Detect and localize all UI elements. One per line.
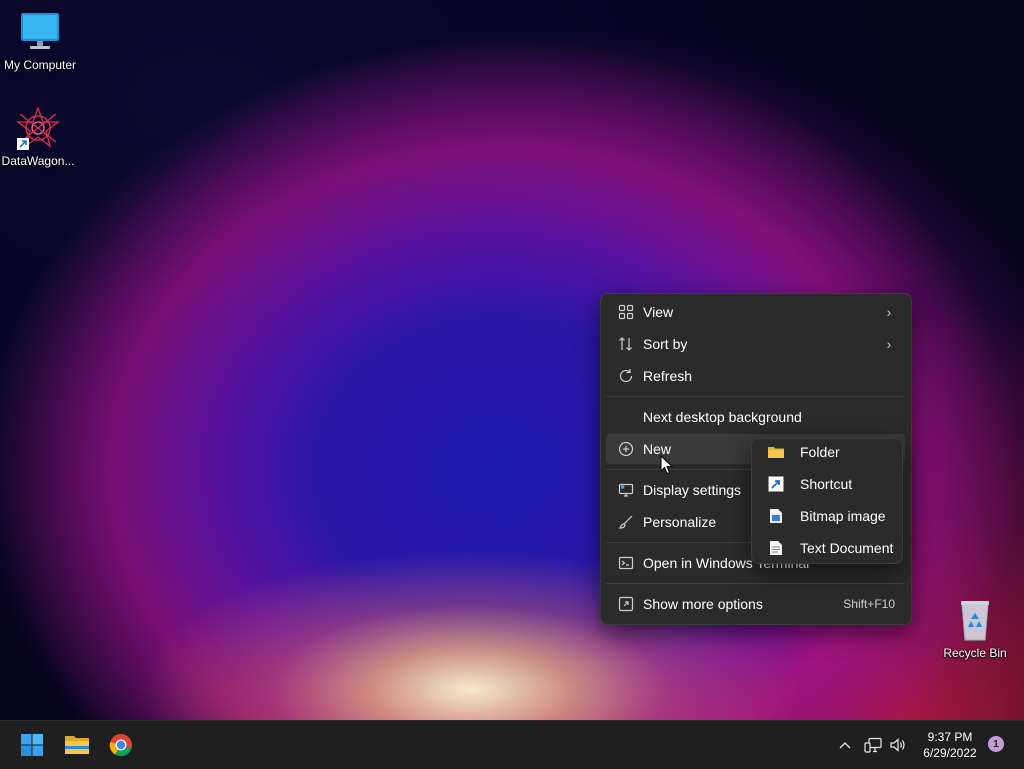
menu-item-refresh[interactable]: Refresh xyxy=(606,361,905,391)
clock-date: 6/29/2022 xyxy=(923,746,977,760)
monitor-icon xyxy=(18,10,62,54)
submenu-item-label: Shortcut xyxy=(800,476,853,492)
menu-item-label: Refresh xyxy=(643,368,693,384)
datawagon-icon xyxy=(16,106,60,150)
desktop-icon-label: DataWagon... xyxy=(1,154,75,168)
chevron-right-icon: › xyxy=(886,304,892,320)
text-document-icon xyxy=(766,538,786,558)
menu-item-label: Sort by xyxy=(643,336,688,352)
menu-item-label: Show more options xyxy=(643,596,763,612)
desktop-icon-label: Recycle Bin xyxy=(943,646,1007,660)
submenu-item-label: Text Document xyxy=(800,540,894,556)
chevron-up-icon xyxy=(839,742,851,749)
clock-time: 9:37 PM xyxy=(927,730,973,744)
grid-icon xyxy=(615,302,637,322)
desktop-icon-datawagon[interactable]: DataWagon... xyxy=(0,106,78,168)
notification-badge[interactable]: 1 xyxy=(988,736,1004,752)
submenu-item-label: Bitmap image xyxy=(800,508,886,524)
expand-icon xyxy=(615,594,637,614)
sort-icon xyxy=(615,334,637,354)
chevron-right-icon: › xyxy=(886,336,892,352)
submenu-item-shortcut[interactable]: Shortcut xyxy=(756,469,898,499)
file-explorer-button[interactable] xyxy=(61,729,93,761)
menu-item-next-desktop-background[interactable]: Next desktop background xyxy=(606,402,905,432)
submenu-item-text-document[interactable]: Text Document xyxy=(756,533,898,563)
recycle-bin-icon xyxy=(953,598,997,642)
desktop-icon-label: My Computer xyxy=(3,58,77,72)
menu-item-label: Next desktop background xyxy=(643,409,802,425)
shortcut-icon xyxy=(766,474,786,494)
menu-item-label: View xyxy=(643,304,674,320)
windows-logo-icon xyxy=(21,734,43,756)
chrome-icon xyxy=(109,733,132,757)
folder-icon xyxy=(766,442,786,462)
menu-separator xyxy=(606,396,905,397)
network-icon xyxy=(864,737,882,753)
terminal-icon xyxy=(615,553,637,573)
submenu-item-bitmap-image[interactable]: Bitmap image xyxy=(756,501,898,531)
taskbar: 9:37 PM 6/29/2022 xyxy=(0,720,1024,769)
plus-circle-icon xyxy=(615,439,637,459)
shortcut-hint: Shift+F10 xyxy=(843,597,895,611)
bitmap-icon xyxy=(766,506,786,526)
new-submenu: Folder Shortcut Bitmap image Text Docume… xyxy=(751,438,903,564)
folder-icon xyxy=(65,736,89,754)
desktop-icon-my-computer[interactable]: My Computer xyxy=(0,10,80,72)
volume-icon xyxy=(890,738,905,752)
menu-separator xyxy=(606,583,905,584)
menu-item-show-more-options[interactable]: Show more options Shift+F10 xyxy=(606,589,905,619)
mouse-cursor-icon xyxy=(660,454,674,475)
menu-item-sort-by[interactable]: Sort by › xyxy=(606,329,905,359)
submenu-item-label: Folder xyxy=(800,444,840,460)
display-icon xyxy=(615,480,637,500)
clock[interactable]: 9:37 PM 6/29/2022 xyxy=(912,729,988,761)
desktop-icon-recycle-bin[interactable]: Recycle Bin xyxy=(935,598,1015,660)
volume-button[interactable] xyxy=(887,731,909,759)
refresh-icon xyxy=(615,366,637,386)
network-button[interactable] xyxy=(862,731,884,759)
menu-item-view[interactable]: View › xyxy=(606,297,905,327)
submenu-item-folder[interactable]: Folder xyxy=(756,437,898,467)
start-button[interactable] xyxy=(16,729,48,761)
show-hidden-icons-button[interactable] xyxy=(835,731,855,759)
chrome-button[interactable] xyxy=(105,729,137,761)
brush-icon xyxy=(615,512,637,532)
